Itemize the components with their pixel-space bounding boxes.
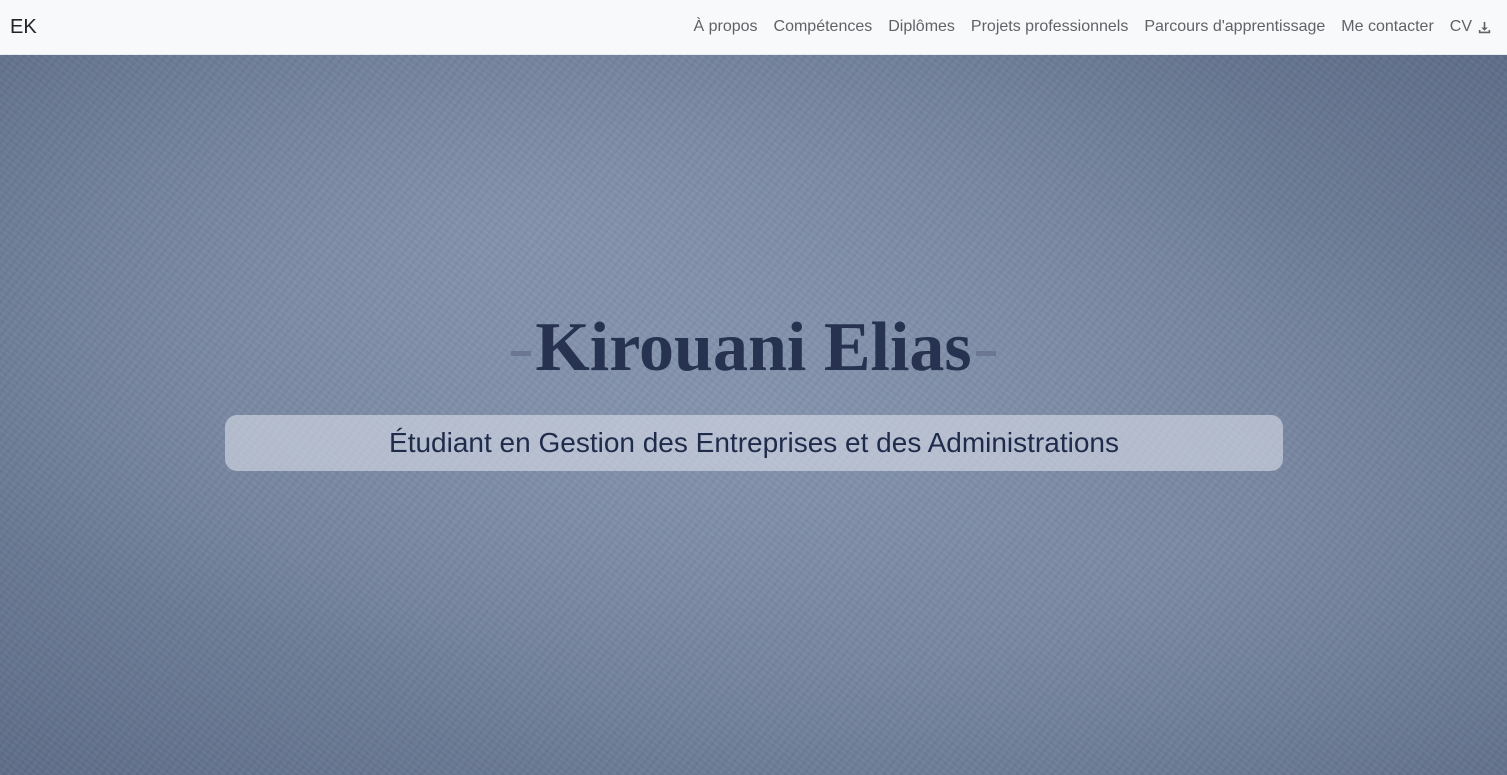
hero-name: Kirouani Elias: [535, 309, 972, 386]
hero-title: Kirouani Elias: [511, 309, 996, 386]
nav-link-a-propos[interactable]: À propos: [693, 18, 757, 36]
title-dash-left: [511, 350, 532, 356]
brand-logo[interactable]: EK: [10, 16, 37, 39]
nav-link-parcours-apprentissage[interactable]: Parcours d'apprentissage: [1144, 18, 1325, 36]
hero-title-wrap: Kirouani Elias: [0, 313, 1507, 383]
title-dash-right: [975, 350, 996, 356]
download-icon: [1478, 21, 1491, 33]
nav-link-projets-professionnels[interactable]: Projets professionnels: [971, 18, 1128, 36]
navbar: EK À propos Compétences Diplômes Projets…: [0, 0, 1507, 55]
hero-section: Kirouani Elias Étudiant en Gestion des E…: [0, 55, 1507, 775]
nav-link-diplomes[interactable]: Diplômes: [888, 18, 955, 36]
cv-label: CV: [1449, 18, 1472, 35]
nav-link-cv[interactable]: CV: [1450, 18, 1491, 36]
nav-link-competences[interactable]: Compétences: [774, 18, 873, 36]
nav-links: À propos Compétences Diplômes Projets pr…: [693, 18, 1497, 36]
hero-subtitle: Étudiant en Gestion des Entreprises et d…: [389, 427, 1119, 458]
nav-link-me-contacter[interactable]: Me contacter: [1341, 18, 1433, 36]
hero-subtitle-box: Étudiant en Gestion des Entreprises et d…: [225, 415, 1283, 471]
